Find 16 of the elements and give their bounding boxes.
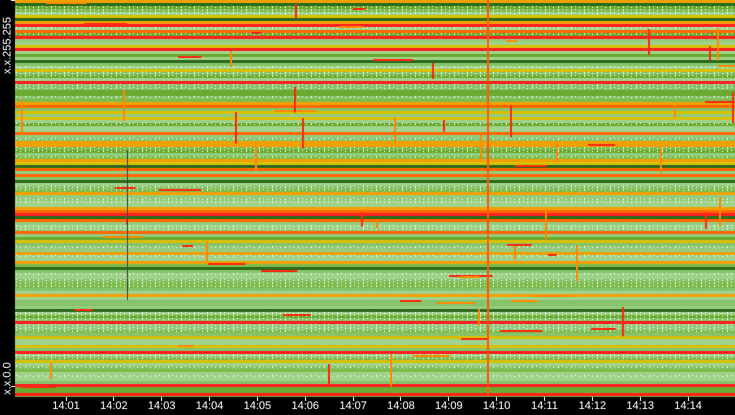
time-tick-label: 14:01 [52, 401, 80, 412]
time-tick-label: 14:06 [291, 401, 320, 412]
time-tick-label: 14:11 [531, 401, 558, 412]
y-axis-top-label: x.x.255.255 [2, 16, 14, 76]
time-tick-label: 14:03 [148, 401, 176, 412]
time-tick-label: 14:05 [244, 401, 272, 412]
time-tick-label: 14:14 [674, 401, 702, 412]
time-tick-label: 14:02 [100, 401, 128, 412]
time-tick-label: 14:10 [482, 401, 510, 412]
time-tick-label: 14:12 [578, 401, 606, 412]
time-tick-label: 14:09 [435, 401, 463, 412]
time-tick-label: 14:13 [626, 401, 654, 412]
time-tick-label: 14:08 [387, 401, 415, 412]
time-tick-label: 14:04 [196, 401, 224, 412]
y-axis-bottom-label: x.x.0.0 [2, 361, 14, 397]
time-tick-label: 14:07 [339, 401, 367, 412]
